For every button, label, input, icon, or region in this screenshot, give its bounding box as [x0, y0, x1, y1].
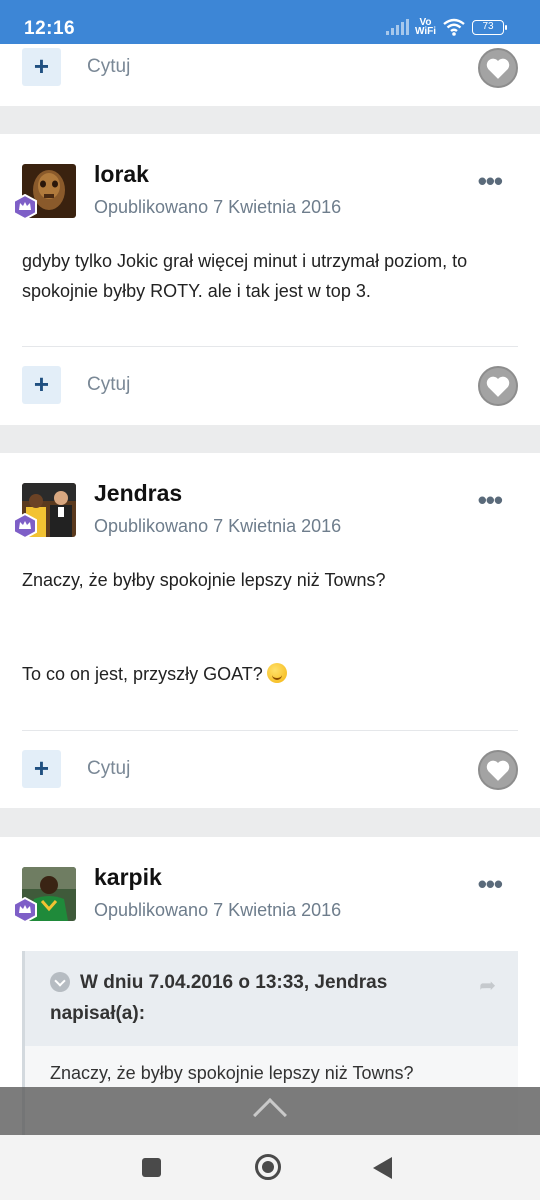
post-body: gdyby tylko Jokic grał więcej minut i ut… [22, 251, 468, 301]
divider [22, 730, 518, 731]
heart-icon [486, 376, 510, 397]
multiquote-button[interactable]: + [22, 750, 61, 788]
multiquote-button[interactable]: + [22, 366, 61, 404]
quote-body: Znaczy, że byłby spokojnie lepszy niż To… [50, 1063, 414, 1083]
quote-header: W dniu 7.04.2016 o 13:33, Jendras napisa… [25, 951, 518, 1046]
battery-icon: 73 [472, 19, 507, 35]
recent-apps-icon[interactable] [142, 1158, 161, 1177]
like-button[interactable] [478, 750, 518, 790]
multiquote-button[interactable]: + [22, 48, 61, 86]
post-actions: + Cytuj [22, 750, 518, 790]
system-navigation-bar [0, 1135, 540, 1200]
post-body-line: Znaczy, że byłby spokojnie lepszy niż To… [22, 570, 386, 590]
home-icon[interactable] [255, 1154, 281, 1180]
author-name[interactable]: lorak [94, 161, 149, 188]
post-card-previous: + Cytuj [0, 44, 540, 106]
post-card: lorak Opublikowano 7 Kwietnia 2016 ••• g… [0, 134, 540, 425]
like-button[interactable] [478, 366, 518, 406]
rank-badge-icon [13, 513, 37, 539]
post-body-line: To co on jest, przyszły GOAT? [22, 659, 518, 689]
rank-badge-icon [13, 897, 37, 923]
status-icons: Vo WiFi 73 [385, 17, 507, 37]
scroll-to-top-bar[interactable] [0, 1087, 540, 1135]
rank-badge-icon [13, 194, 37, 220]
post-date[interactable]: Opublikowano 7 Kwietnia 2016 [94, 197, 341, 218]
wink-emoji-icon [266, 663, 287, 683]
chevron-up-icon[interactable] [253, 1098, 287, 1132]
signal-icon [385, 19, 409, 35]
clock: 12:16 [24, 18, 76, 39]
quote-citation[interactable]: W dniu 7.04.2016 o 13:33, Jendras napisa… [50, 967, 470, 1029]
quote-button[interactable]: Cytuj [87, 56, 130, 78]
wifi-icon [443, 18, 465, 36]
more-options-button[interactable]: ••• [478, 487, 503, 513]
post-actions: + Cytuj [22, 48, 518, 88]
heart-icon [486, 58, 510, 79]
post-date[interactable]: Opublikowano 7 Kwietnia 2016 [94, 900, 341, 921]
more-options-button[interactable]: ••• [478, 168, 503, 194]
author-name[interactable]: Jendras [94, 480, 182, 507]
author-name[interactable]: karpik [94, 864, 162, 891]
post-card: Jendras Opublikowano 7 Kwietnia 2016 •••… [0, 453, 540, 808]
quote-button[interactable]: Cytuj [87, 758, 130, 780]
more-options-button[interactable]: ••• [478, 871, 503, 897]
quote-button[interactable]: Cytuj [87, 374, 130, 396]
heart-icon [486, 760, 510, 781]
vowifi-label: Vo WiFi [414, 17, 436, 37]
status-bar: 12:16 Vo WiFi 73 [0, 0, 540, 44]
divider [22, 346, 518, 347]
share-arrow-icon[interactable]: ➦ [479, 973, 496, 998]
post-actions: + Cytuj [22, 366, 518, 406]
like-button[interactable] [478, 48, 518, 88]
back-icon[interactable] [373, 1157, 392, 1179]
post-date[interactable]: Opublikowano 7 Kwietnia 2016 [94, 516, 341, 537]
